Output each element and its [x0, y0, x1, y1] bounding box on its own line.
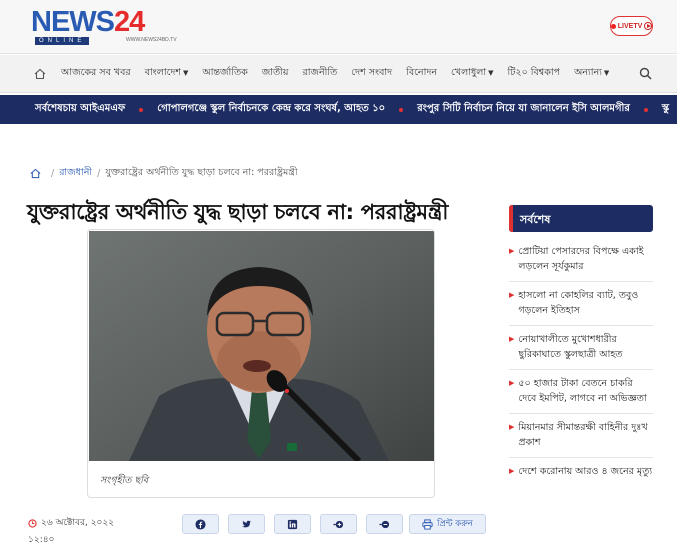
- printer-icon: [422, 518, 433, 530]
- ticker-label: সর্বশেষ: [35, 103, 63, 114]
- logo-wordmark: NEWS24: [31, 6, 145, 38]
- clock-icon: [28, 519, 37, 528]
- play-icon: [644, 22, 652, 30]
- nav-item[interactable]: আন্তর্জাতিক: [202, 66, 247, 81]
- publish-time: ১২:৪০: [28, 535, 55, 545]
- main-nav: আজকের সব খবর বাংলাদেশ ▼ আন্তর্জাতিক জাতীয় রা…: [0, 55, 677, 93]
- nav-item[interactable]: রাজনীতি: [303, 66, 338, 81]
- article-headline: যুক্তরাষ্ট্রের অর্থনীতি যুদ্ধ ছাড়া চলবে…: [27, 200, 449, 224]
- live-dot-icon: [611, 23, 616, 29]
- font-decrease-button[interactable]: [366, 514, 403, 534]
- bullet-icon: [399, 107, 404, 112]
- breadcrumb-separator: /: [97, 168, 101, 179]
- latest-news-item-title: প্রোটিয়া পেসারদের বিপক্ষে একাই লড়লেন স…: [518, 246, 644, 272]
- font-increase-button[interactable]: [320, 514, 357, 534]
- share-facebook-button[interactable]: [182, 514, 219, 534]
- accent-bar: [509, 205, 513, 232]
- nav-item[interactable]: আজকের সব খবর: [61, 66, 131, 81]
- breadcrumb: / রাজধানী / যুক্তরাষ্ট্রের অর্থনীতি যুদ্…: [30, 166, 298, 181]
- arrow-right-icon: ▶: [509, 423, 515, 431]
- publish-date: ২৬ অক্টোবর, ২০২২: [41, 518, 115, 528]
- arrow-right-icon: ▶: [509, 291, 515, 299]
- ticker-item-text: রংপুর সিটি নির্বাচন নিয়ে যা জানালেন ইসি…: [417, 103, 630, 114]
- nav-item-label: আজকের সব খবর: [61, 67, 131, 78]
- nav-item-label: টি২০ বিশ্বকাপ: [507, 67, 561, 78]
- arrow-right-icon: ▶: [509, 467, 515, 475]
- nav-item[interactable]: দেশ সংবাদ: [351, 66, 392, 81]
- latest-news-item[interactable]: ▶ ৫০ হাজার টাকা বেতনে চাকরি দেবে ইমপিট, ল…: [509, 370, 653, 414]
- arrow-right-icon: ▶: [509, 247, 515, 255]
- ticker-item-text: স্কু: [661, 103, 670, 114]
- latest-news-item[interactable]: ▶ দেশে করোনায় আরও ৪ জনের মৃত্যু: [509, 458, 653, 486]
- latest-news-item[interactable]: ▶ মিয়ানমার সীমান্তরক্ষী বাহিনীর দুঃখ প্র…: [509, 414, 653, 458]
- zoom-out-icon: [379, 520, 390, 528]
- logo-subtitle: ONLINE: [35, 37, 90, 45]
- home-icon[interactable]: [34, 68, 46, 80]
- nav-item-label: খেলাধুলা: [451, 67, 487, 78]
- live-tv-button[interactable]: LIVETV: [610, 16, 653, 36]
- latest-news-item-title: ৫০ হাজার টাকা বেতনে চাকরি দেবে ইমপিট, লা…: [518, 378, 647, 404]
- nav-item[interactable]: জাতীয়: [262, 66, 289, 81]
- chevron-down-icon: ▼: [488, 69, 494, 77]
- latest-news-item-title: মিয়ানমার সীমান্তরক্ষী বাহিনীর দুঃখ প্রক…: [518, 422, 648, 448]
- share-linkedin-button[interactable]: [274, 514, 311, 534]
- logo-url: WWW.NEWS24BD.TV: [126, 37, 177, 43]
- latest-news-item[interactable]: ▶ প্রোটিয়া পেসারদের বিপক্ষে একাই লড়লেন …: [509, 238, 653, 282]
- share-buttons: [182, 514, 403, 534]
- nav-item[interactable]: অন্যান্য ▼: [574, 66, 609, 81]
- latest-news-title: সর্বশেষ: [520, 213, 551, 226]
- nav-item-label: বিনোদন: [406, 67, 438, 78]
- nav-item[interactable]: টি২০ বিশ্বকাপ: [508, 66, 561, 81]
- live-tv-label: LIVETV: [617, 22, 643, 30]
- print-label: প্রিন্ট করুন: [437, 519, 473, 529]
- latest-news-item-title: হাসলো না কোহলির ব্যাট, তবুও গড়লেন ইতিহা…: [518, 290, 639, 316]
- latest-news-item[interactable]: ▶ হাসলো না কোহলির ব্যাট, তবুও গড়লেন ইতিহ…: [509, 282, 653, 326]
- nav-item-label: বাংলাদেশ: [144, 67, 182, 78]
- latest-news-header: সর্বশেষ: [509, 205, 653, 232]
- breaking-news-ticker: সর্বশেষ চায় আইএমএফ গোপালগঞ্জে স্কুল নির্…: [0, 95, 677, 124]
- zoom-in-icon: [333, 520, 344, 528]
- nav-item-label: জাতীয়: [261, 67, 289, 78]
- ticker-item-text: গোপালগঞ্জে স্কুল নির্বাচনকে কেন্দ্র করে …: [157, 103, 386, 114]
- nav-item-label: দেশ সংবাদ: [351, 67, 393, 78]
- bullet-icon: [139, 107, 144, 112]
- photo-caption: সংগৃহীত ছবি: [100, 475, 149, 486]
- nav-item[interactable]: বিনোদন: [406, 66, 437, 81]
- arrow-right-icon: ▶: [509, 379, 515, 387]
- linkedin-icon: [287, 519, 298, 529]
- latest-news-item-title: দেশে করোনায় আরও ৪ জনের মৃত্যু: [518, 466, 653, 477]
- bullet-icon: [643, 107, 648, 112]
- nav-item[interactable]: খেলাধুলা ▼: [451, 66, 493, 81]
- breadcrumb-section-link[interactable]: রাজধানী: [59, 166, 92, 181]
- nav-item-label: অন্যান্য: [574, 67, 602, 78]
- breadcrumb-separator: /: [51, 168, 55, 179]
- twitter-icon: [241, 520, 252, 527]
- home-icon[interactable]: [30, 168, 41, 179]
- ticker-item-text: চায় আইএমএফ: [62, 103, 126, 114]
- ticker-item[interactable]: স্কু: [643, 101, 670, 118]
- ticker-item[interactable]: গোপালগঞ্জে স্কুল নির্বাচনকে কেন্দ্র করে …: [139, 101, 385, 118]
- ticker-item[interactable]: রংপুর সিটি নির্বাচন নিয়ে যা জানালেন ইসি…: [399, 101, 630, 118]
- latest-news-item[interactable]: ▶ নোয়াখালীতে মুখোশধারীর ছুরিকাঘাতে স্কুল…: [509, 326, 653, 370]
- nav-item-label: রাজনীতি: [302, 67, 338, 78]
- article-meta: ২৬ অক্টোবর, ২০২২ ১২:৪০: [28, 515, 114, 549]
- ticker-item[interactable]: চায় আইএমএফ: [63, 101, 126, 118]
- chevron-down-icon: ▼: [603, 69, 610, 77]
- arrow-right-icon: ▶: [509, 335, 515, 343]
- nav-item[interactable]: বাংলাদেশ ▼: [145, 66, 189, 81]
- breadcrumb-current: যুক্তরাষ্ট্রের অর্থনীতি যুদ্ধ ছাড়া চলবে…: [105, 167, 298, 178]
- article-photo: [89, 231, 434, 461]
- nav-item-label: আন্তর্জাতিক: [202, 67, 248, 78]
- site-logo[interactable]: NEWS24 ONLINE WWW.NEWS24BD.TV: [31, 6, 177, 45]
- latest-news-list: ▶ প্রোটিয়া পেসারদের বিপক্ষে একাই লড়লেন …: [509, 238, 653, 486]
- article-photo-card: সংগৃহীত ছবি: [87, 229, 435, 498]
- share-twitter-button[interactable]: [228, 514, 265, 534]
- site-header: NEWS24 ONLINE WWW.NEWS24BD.TV LIVETV: [0, 0, 677, 54]
- search-icon[interactable]: [639, 67, 652, 80]
- print-button[interactable]: প্রিন্ট করুন: [409, 514, 486, 534]
- chevron-down-icon: ▼: [183, 69, 189, 77]
- facebook-icon: [195, 518, 206, 530]
- latest-news-item-title: নোয়াখালীতে মুখোশধারীর ছুরিকাঘাতে স্কুলছ…: [518, 334, 623, 360]
